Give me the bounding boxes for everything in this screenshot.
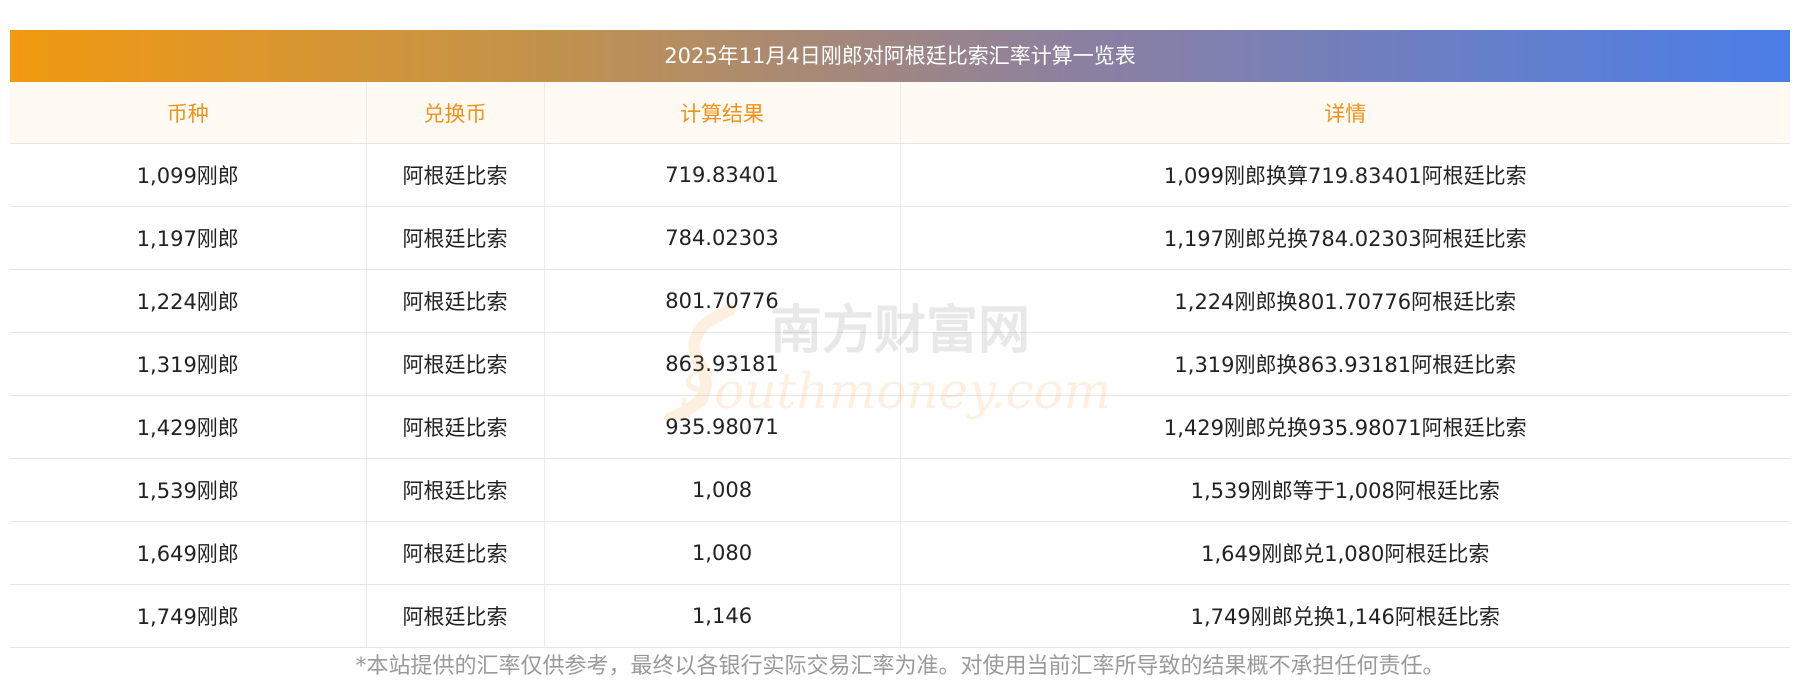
column-header-details: 详情 <box>900 82 1790 144</box>
cell-details: 1,224刚郎换801.70776阿根廷比索 <box>900 269 1790 333</box>
cell-currency: 1,749刚郎 <box>10 584 367 648</box>
cell-target-currency: 阿根廷比索 <box>366 143 545 207</box>
table-row: 1,099刚郎 阿根廷比索 719.83401 1,099刚郎换算719.834… <box>10 143 1790 207</box>
column-header-result: 计算结果 <box>544 82 901 144</box>
cell-details: 1,099刚郎换算719.83401阿根廷比索 <box>900 143 1790 207</box>
cell-details: 1,197刚郎兑换784.02303阿根廷比索 <box>900 206 1790 270</box>
cell-details: 1,319刚郎换863.93181阿根廷比索 <box>900 332 1790 396</box>
table-row: 1,319刚郎 阿根廷比索 863.93181 1,319刚郎换863.9318… <box>10 332 1790 396</box>
table-row: 1,749刚郎 阿根廷比索 1,146 1,749刚郎兑换1,146阿根廷比索 <box>10 584 1790 648</box>
column-header-target-currency: 兑换币 <box>366 82 545 144</box>
cell-details: 1,429刚郎兑换935.98071阿根廷比索 <box>900 395 1790 459</box>
cell-details: 1,749刚郎兑换1,146阿根廷比索 <box>900 584 1790 648</box>
table-row: 1,224刚郎 阿根廷比索 801.70776 1,224刚郎换801.7077… <box>10 269 1790 333</box>
cell-result: 1,080 <box>544 521 901 585</box>
cell-result: 784.02303 <box>544 206 901 270</box>
cell-target-currency: 阿根廷比索 <box>366 395 545 459</box>
cell-result: 719.83401 <box>544 143 901 207</box>
table-header-row: 币种 兑换币 计算结果 详情 <box>10 82 1790 144</box>
cell-target-currency: 阿根廷比索 <box>366 332 545 396</box>
rate-table: 币种 兑换币 计算结果 详情 1,099刚郎 阿根廷比索 719.83401 1… <box>10 82 1790 648</box>
cell-target-currency: 阿根廷比索 <box>366 521 545 585</box>
cell-target-currency: 阿根廷比索 <box>366 458 545 522</box>
cell-target-currency: 阿根廷比索 <box>366 206 545 270</box>
table-title: 2025年11月4日刚郎对阿根廷比索汇率计算一览表 <box>10 30 1790 82</box>
table-row: 1,197刚郎 阿根廷比索 784.02303 1,197刚郎兑换784.023… <box>10 206 1790 270</box>
cell-target-currency: 阿根廷比索 <box>366 584 545 648</box>
cell-target-currency: 阿根廷比索 <box>366 269 545 333</box>
cell-currency: 1,197刚郎 <box>10 206 367 270</box>
cell-result: 863.93181 <box>544 332 901 396</box>
column-header-currency: 币种 <box>10 82 367 144</box>
table-row: 1,539刚郎 阿根廷比索 1,008 1,539刚郎等于1,008阿根廷比索 <box>10 458 1790 522</box>
cell-currency: 1,649刚郎 <box>10 521 367 585</box>
cell-result: 1,146 <box>544 584 901 648</box>
table-row: 1,649刚郎 阿根廷比索 1,080 1,649刚郎兑1,080阿根廷比索 <box>10 521 1790 585</box>
cell-currency: 1,319刚郎 <box>10 332 367 396</box>
cell-result: 935.98071 <box>544 395 901 459</box>
cell-details: 1,649刚郎兑1,080阿根廷比索 <box>900 521 1790 585</box>
cell-currency: 1,539刚郎 <box>10 458 367 522</box>
cell-result: 1,008 <box>544 458 901 522</box>
table-row: 1,429刚郎 阿根廷比索 935.98071 1,429刚郎兑换935.980… <box>10 395 1790 459</box>
rate-table-panel: 2025年11月4日刚郎对阿根廷比索汇率计算一览表 币种 兑换币 计算结果 详情… <box>10 30 1790 648</box>
cell-result: 801.70776 <box>544 269 901 333</box>
cell-currency: 1,224刚郎 <box>10 269 367 333</box>
cell-currency: 1,099刚郎 <box>10 143 367 207</box>
disclaimer-footnote: *本站提供的汇率仅供参考，最终以各银行实际交易汇率为准。对使用当前汇率所导致的结… <box>355 654 1445 679</box>
cell-currency: 1,429刚郎 <box>10 395 367 459</box>
cell-details: 1,539刚郎等于1,008阿根廷比索 <box>900 458 1790 522</box>
